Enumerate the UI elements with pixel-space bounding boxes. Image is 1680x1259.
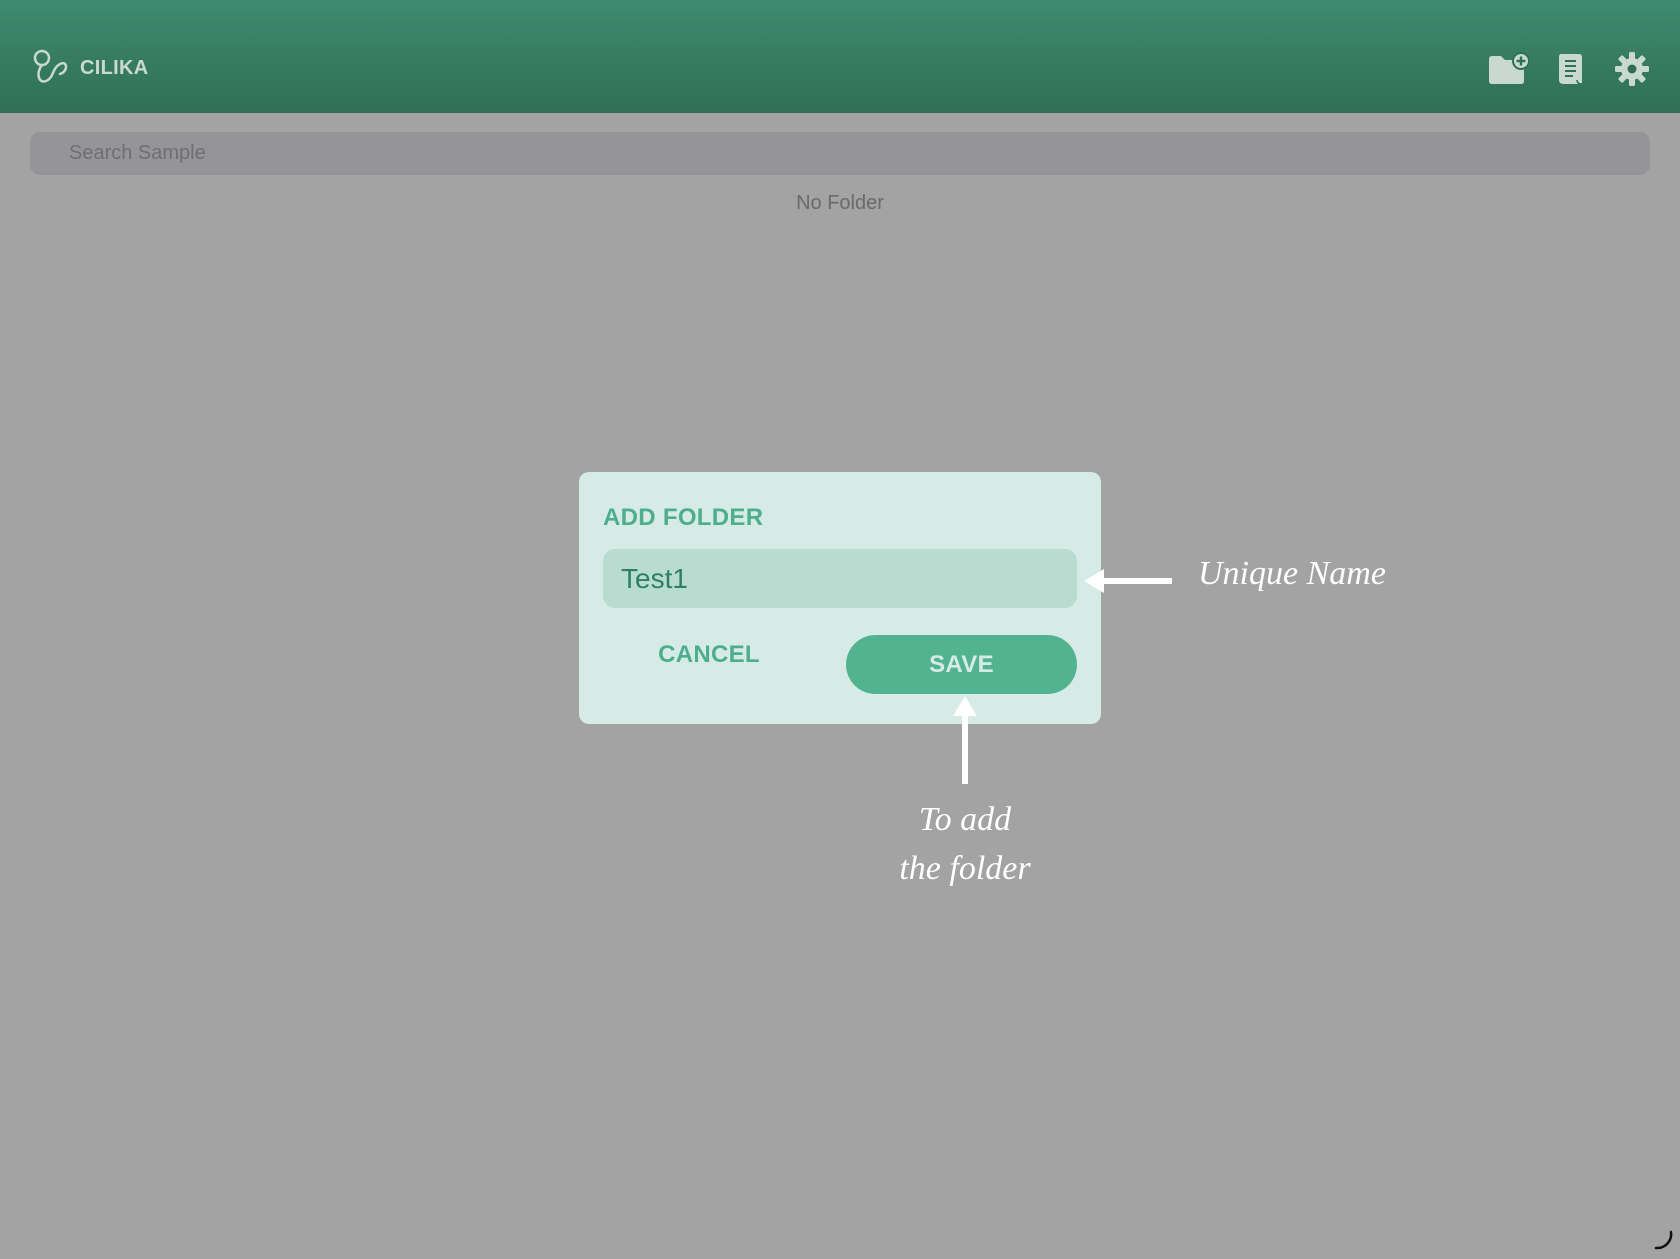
annotation-unique-name: Unique Name: [1198, 555, 1386, 592]
cancel-button[interactable]: CANCEL: [645, 635, 773, 675]
annotation-add-folder-line1: To add: [918, 801, 1012, 838]
annotation-arrow-up-icon: [953, 696, 977, 784]
empty-folder-label: No Folder: [796, 192, 884, 214]
cilika-logo-icon: [33, 49, 68, 83]
dialog-title: ADD FOLDER: [603, 504, 764, 531]
settings-button[interactable]: [1610, 48, 1654, 90]
loading-spinner-icon: [1654, 1230, 1673, 1250]
save-button[interactable]: SAVE: [846, 635, 1077, 694]
annotation-arrow-left-icon: [1084, 569, 1172, 593]
header-actions: [1486, 48, 1654, 90]
folder-name-input[interactable]: [603, 549, 1077, 608]
brand: CILIKA: [30, 46, 148, 90]
app-header: CILIKA: [0, 0, 1680, 113]
settings-icon: [1615, 52, 1649, 86]
search-input[interactable]: [30, 132, 1650, 175]
add-folder-icon: [1489, 52, 1529, 84]
annotation-add-folder-line2: the folder: [899, 850, 1031, 887]
app-name: CILIKA: [80, 56, 149, 79]
add-folder-dialog: ADD FOLDER CANCEL SAVE: [579, 472, 1101, 724]
annotation-add-folder: To add the folder: [860, 795, 1070, 893]
add-folder-button[interactable]: [1486, 48, 1530, 90]
document-button[interactable]: [1548, 48, 1592, 90]
document-icon: [1559, 54, 1583, 85]
